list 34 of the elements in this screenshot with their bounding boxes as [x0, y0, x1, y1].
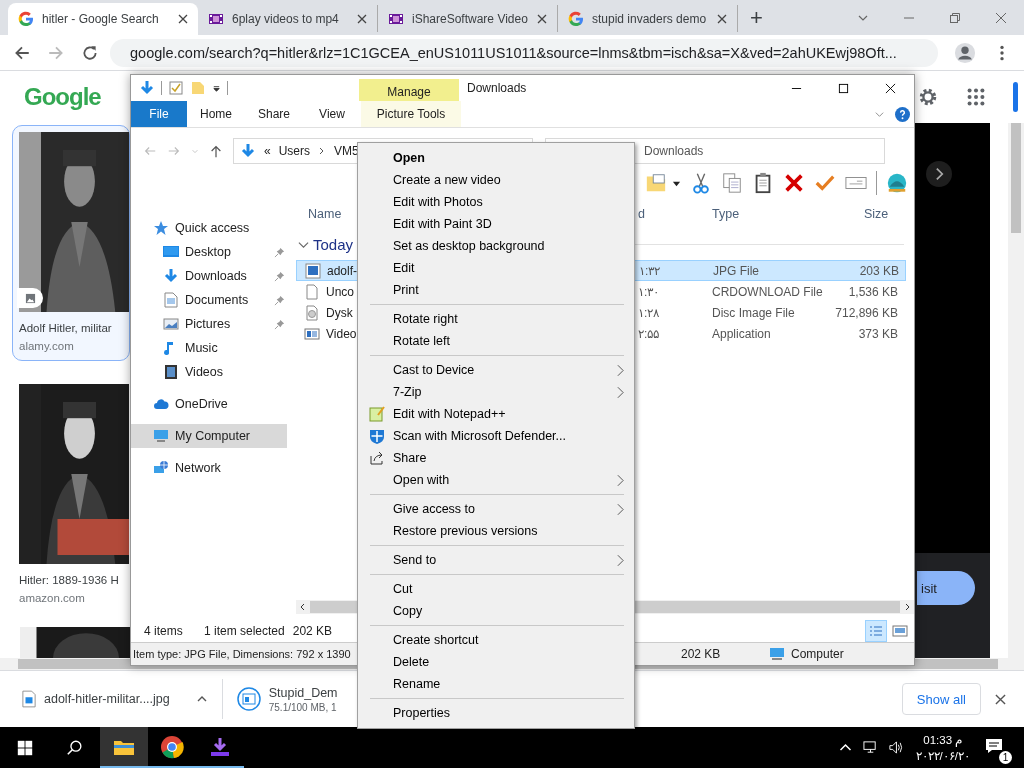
result-source: alamy.com	[19, 340, 75, 352]
download-status: 75.1/100 MB, 1	[268, 701, 338, 713]
download-filename: Stupid_Dem	[268, 685, 338, 700]
selection-info: 1 item selected	[204, 624, 285, 638]
file-size: 202 KB	[681, 647, 722, 661]
item-count: 4 items	[144, 624, 184, 638]
file-type: Application	[712, 326, 772, 341]
item-details: Item type: JPG File, Dimensions: 792 x 1390	[132, 648, 352, 660]
clock-time: 01:33 م	[923, 732, 963, 748]
file-name: adolf-	[327, 263, 358, 278]
file-modified: ۱:۲۸	[638, 305, 661, 320]
file-name: Unco	[326, 284, 354, 299]
clock-date: ۲۰۲۲/۰۶/۲۰	[915, 748, 970, 764]
result-caption: Hitler: 1889-1936 H	[19, 574, 120, 586]
notification-badge: 1	[999, 750, 1012, 764]
file-name: Video	[326, 326, 357, 341]
file-size: 203 KB	[858, 263, 899, 278]
location-label: Computer	[791, 647, 844, 661]
file-type: CRDOWNLOAD File	[712, 284, 824, 299]
file-modified: ۱:۳۲	[639, 263, 662, 278]
file-size: 712,896 KB	[834, 305, 898, 320]
file-size: 373 KB	[857, 326, 898, 341]
download-filename: adolf-hitler-militar....jpg	[44, 692, 170, 706]
window-title: Downloads	[467, 81, 527, 95]
url-text: google.com/search?q=hitler&rlz=1C1GCEA_enUS1011US1011&source=lnms&tbm=isch&sa=X&ved=2ahUKEwj98Oft...	[130, 44, 897, 61]
file-modified: ۲:۵۵	[638, 326, 661, 341]
file-type: Disc Image File	[712, 305, 796, 320]
selection-size: 202 KB	[292, 624, 333, 638]
file-size: 1,536 KB	[847, 284, 898, 299]
result-source: amazon.com	[19, 592, 86, 604]
file-type: JPG File	[713, 263, 760, 278]
file-modified: ۱:۳۰	[638, 284, 661, 299]
result-caption: Adolf Hitler, militar	[19, 322, 113, 334]
file-name: Dysk	[326, 305, 353, 320]
